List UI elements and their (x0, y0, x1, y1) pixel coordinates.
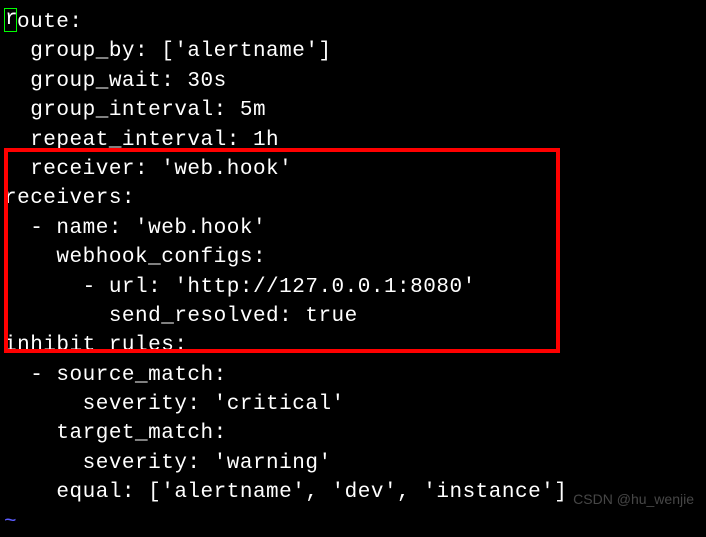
config-line: group_interval: 5m (4, 96, 702, 125)
config-line: send_resolved: true (4, 302, 702, 331)
config-line: group_by: ['alertname'] (4, 37, 702, 66)
watermark-text: CSDN @hu_wenjie (573, 490, 694, 510)
config-line: - source_match: (4, 361, 702, 390)
config-line: group_wait: 30s (4, 67, 702, 96)
config-line: inhibit_rules: (4, 331, 702, 360)
config-line: severity: 'critical' (4, 390, 702, 419)
config-line: webhook_configs: (4, 243, 702, 272)
config-line: target_match: (4, 419, 702, 448)
empty-line-marker: ~ (4, 508, 702, 537)
config-line: - name: 'web.hook' (4, 214, 702, 243)
config-line: receiver: 'web.hook' (4, 155, 702, 184)
config-line: - url: 'http://127.0.0.1:8080' (4, 273, 702, 302)
config-line: severity: 'warning' (4, 449, 702, 478)
text-segment: oute: (17, 11, 83, 34)
cursor-icon: r (4, 8, 17, 32)
config-line: repeat_interval: 1h (4, 126, 702, 155)
config-line: receivers: (4, 184, 702, 213)
config-line: route: (4, 8, 702, 37)
